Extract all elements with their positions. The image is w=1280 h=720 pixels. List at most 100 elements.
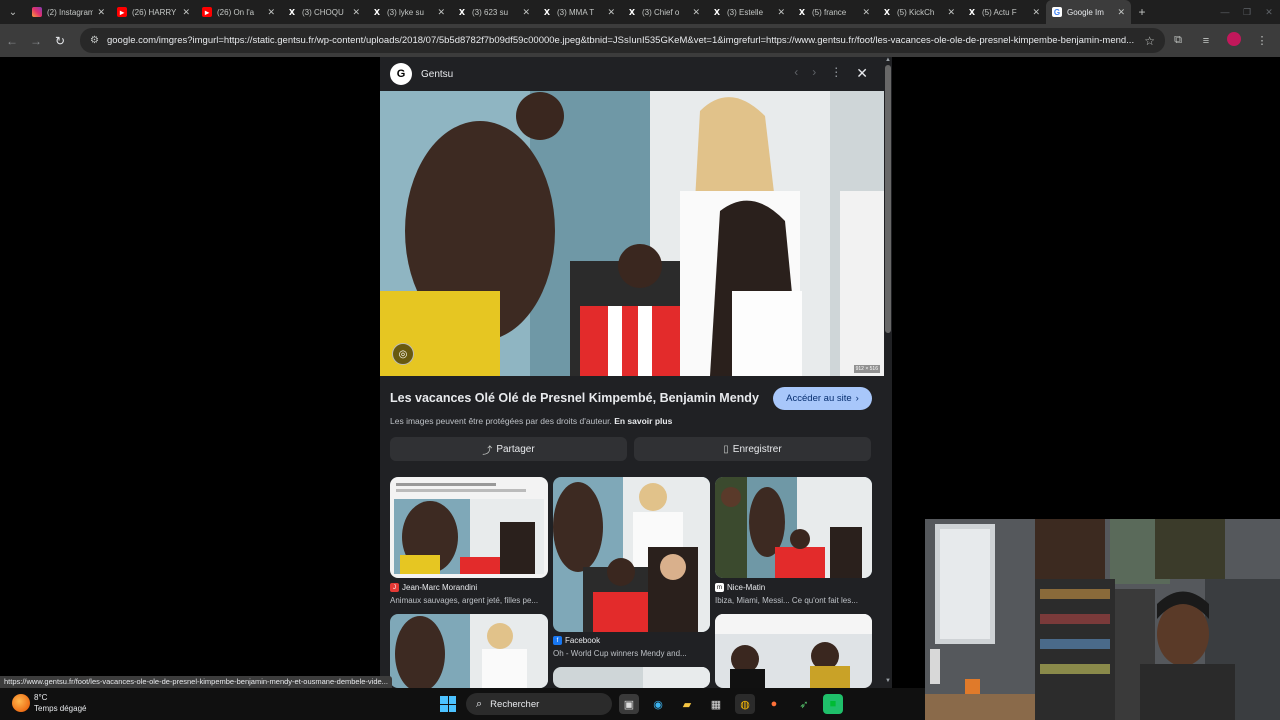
back-icon[interactable]: ←: [0, 34, 24, 48]
forward-icon[interactable]: →: [24, 34, 48, 48]
related-thumb-3-graphic: [715, 477, 872, 578]
related-caption-3[interactable]: Ibiza, Miami, Messi... Ce qu'ont fait le…: [715, 596, 873, 605]
tab-close-icon[interactable]: ✕: [97, 7, 105, 18]
window-controls: — ❐ ✕: [1214, 0, 1280, 24]
x-icon: X: [543, 7, 551, 17]
feather-app-icon[interactable]: ➶: [794, 694, 814, 714]
webcam-overlay: [925, 519, 1280, 720]
new-tab-icon[interactable]: +: [1131, 5, 1153, 19]
related-caption-2[interactable]: Oh - World Cup winners Mendy and...: [553, 649, 711, 658]
tab-8[interactable]: X (3) Chief o ✕: [621, 0, 706, 24]
related-thumb-5-graphic: [553, 667, 710, 688]
tab-10[interactable]: X (5) france ✕: [791, 0, 876, 24]
firefox-icon[interactable]: ●: [764, 694, 784, 714]
tab-5[interactable]: X (3) lyke su ✕: [366, 0, 451, 24]
tab-13[interactable]: G Google Im ✕: [1046, 0, 1131, 24]
related-thumb-2[interactable]: [553, 477, 710, 632]
scroll-up-icon[interactable]: ▲: [884, 57, 892, 63]
x-icon: X: [373, 7, 381, 17]
more-options-icon[interactable]: ⋮: [830, 65, 842, 82]
site-info-icon[interactable]: ⚙: [90, 35, 99, 46]
address-url[interactable]: google.com/imgres?imgurl=https://static.…: [107, 35, 1138, 46]
tab-label: (5) france: [812, 7, 847, 17]
tab-close-icon[interactable]: ✕: [947, 7, 955, 18]
related-source-1[interactable]: J Jean-Marc Morandini: [390, 583, 477, 592]
tab-12[interactable]: X (5) Actu F ✕: [961, 0, 1046, 24]
next-image-icon[interactable]: ›: [812, 65, 816, 82]
save-button[interactable]: ▯ Enregistrer: [634, 437, 871, 461]
menu-icon[interactable]: ⋮: [1248, 34, 1276, 47]
site-name[interactable]: Gentsu: [421, 69, 453, 80]
address-bar[interactable]: ⚙ google.com/imgres?imgurl=https://stati…: [80, 28, 1165, 53]
tab-close-icon[interactable]: ✕: [1117, 7, 1125, 18]
related-thumb-3[interactable]: [715, 477, 872, 578]
close-icon[interactable]: ✕: [856, 65, 868, 82]
related-thumb-4[interactable]: [390, 614, 548, 688]
reload-icon[interactable]: ↻: [48, 34, 72, 48]
tab-11[interactable]: X (5) KickCh ✕: [876, 0, 961, 24]
tab-close-icon[interactable]: ✕: [522, 7, 530, 18]
visit-site-button[interactable]: Accéder au site ›: [773, 387, 872, 410]
share-label: Partager: [496, 443, 535, 455]
bookmark-star-icon[interactable]: ☆: [1144, 34, 1155, 48]
store-icon[interactable]: ▦: [706, 694, 726, 714]
start-icon[interactable]: [440, 696, 456, 712]
related-source-2[interactable]: f Facebook: [553, 636, 600, 645]
tab-3[interactable]: ▸ (26) On l'a ✕: [196, 0, 281, 24]
tab-search-icon[interactable]: ⌄: [0, 0, 26, 24]
related-caption-1[interactable]: Animaux sauvages, argent jeté, filles pe…: [390, 596, 548, 605]
copyright-text: Les images peuvent être protégées par de…: [390, 416, 612, 426]
minimize-icon[interactable]: —: [1214, 7, 1236, 17]
main-image[interactable]: ◎ 912 × 516: [380, 91, 884, 376]
tab-2[interactable]: ▸ (26) HARRY ✕: [111, 0, 196, 24]
bookmark-icon: ▯: [723, 443, 729, 455]
tab-close-icon[interactable]: ✕: [352, 7, 360, 18]
toolbar-right: ⧉ ≡ ⋮: [1164, 24, 1276, 57]
share-button[interactable]: ⤴ Partager: [390, 437, 627, 461]
maximize-icon[interactable]: ❐: [1236, 7, 1258, 18]
weather-icon: [12, 694, 30, 712]
taskbar-search[interactable]: ⌕ Rechercher: [466, 693, 612, 715]
tab-close-icon[interactable]: ✕: [1032, 7, 1040, 18]
panel-scrollbar-thumb[interactable]: [885, 65, 891, 333]
prev-image-icon[interactable]: ‹: [794, 65, 798, 82]
extensions-icon[interactable]: ⧉: [1164, 34, 1192, 47]
learn-more-link[interactable]: En savoir plus: [614, 416, 672, 426]
tab-close-icon[interactable]: ✕: [437, 7, 445, 18]
tab-close-icon[interactable]: ✕: [182, 7, 190, 18]
tab-label: (3) 623 su: [472, 7, 509, 17]
app-icon[interactable]: ■: [823, 694, 843, 714]
share-icon: ⤴: [482, 445, 493, 457]
weather-text: 8°C Temps dégagé: [34, 692, 86, 714]
tab-label: (3) Chief o: [642, 7, 680, 17]
tab-close-icon[interactable]: ✕: [607, 7, 615, 18]
task-view-icon[interactable]: ▣: [619, 694, 639, 714]
tab-close-icon[interactable]: ✕: [777, 7, 785, 18]
weather-widget[interactable]: 8°C Temps dégagé: [12, 692, 86, 714]
close-window-icon[interactable]: ✕: [1258, 7, 1280, 18]
edge-icon[interactable]: ◉: [648, 694, 668, 714]
tab-close-icon[interactable]: ✕: [692, 7, 700, 18]
scroll-down-icon[interactable]: ▼: [884, 678, 892, 684]
related-source-3[interactable]: m Nice-Matin: [715, 583, 765, 592]
tab-close-icon[interactable]: ✕: [862, 7, 870, 18]
related-thumb-6[interactable]: [715, 614, 872, 688]
tab-6[interactable]: X (3) 623 su ✕: [451, 0, 536, 24]
lens-search-icon[interactable]: ◎: [392, 343, 414, 365]
chrome-icon[interactable]: ◍: [735, 694, 755, 714]
tab-label: (3) MMA T: [557, 7, 595, 17]
temperature: 8°C: [34, 693, 48, 702]
tab-close-icon[interactable]: ✕: [267, 7, 275, 18]
tab-9[interactable]: X (3) Estelle ✕: [706, 0, 791, 24]
file-explorer-icon[interactable]: ▰: [677, 694, 697, 714]
tab-4[interactable]: X (3) CHOQU ✕: [281, 0, 366, 24]
profile-avatar[interactable]: [1220, 32, 1248, 49]
tab-1[interactable]: (2) Instagram ✕: [26, 0, 111, 24]
related-thumb-5[interactable]: [553, 667, 710, 688]
image-title[interactable]: Les vacances Olé Olé de Presnel Kimpembé…: [390, 391, 760, 405]
tab-7[interactable]: X (3) MMA T ✕: [536, 0, 621, 24]
x-icon: X: [883, 7, 891, 17]
x-icon: X: [458, 7, 466, 17]
media-icon[interactable]: ≡: [1192, 35, 1220, 47]
related-thumb-1[interactable]: [390, 477, 548, 578]
